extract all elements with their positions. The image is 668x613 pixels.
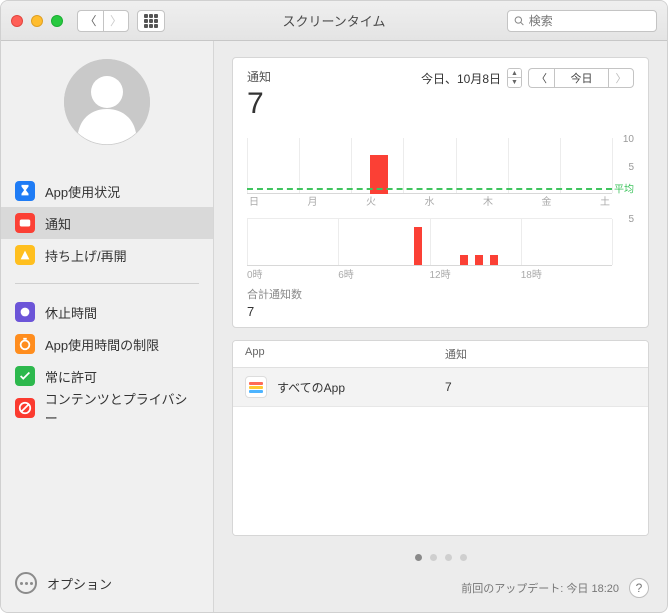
titlebar: 〈 〉 スクリーンタイム	[1, 1, 667, 41]
page-indicator[interactable]	[232, 546, 649, 568]
hourglass-icon	[15, 181, 35, 201]
sidebar-item-content-privacy[interactable]: コンテンツとプライバシー	[1, 392, 213, 424]
main: 通知 7 今日、10月8日 ▲ ▼ 〈 今日 〉	[214, 41, 667, 612]
help-button[interactable]: ?	[629, 578, 649, 598]
table-header: App 通知	[233, 341, 648, 368]
nav-group-limits: 休止時間 App使用時間の制限 常に許可 コンテンツとプライバシー	[1, 296, 213, 424]
sidebar-item-label: 持ち上げ/再開	[45, 246, 127, 265]
options-label[interactable]: オプション	[47, 574, 112, 593]
app-value: 7	[445, 380, 452, 394]
sidebar-item-label: 通知	[45, 214, 71, 233]
date-nav-group: 〈 今日 〉	[528, 68, 634, 88]
sidebar-item-app-limits[interactable]: App使用時間の制限	[1, 328, 213, 360]
pickup-icon	[15, 245, 35, 265]
date-label: 今日、10月8日	[421, 70, 501, 87]
hourly-chart: 5 0時6時12時18時	[247, 218, 634, 280]
grid-icon	[144, 14, 158, 28]
sidebar-item-label: 常に許可	[45, 367, 97, 386]
page-dot[interactable]	[430, 554, 437, 561]
totals-label: 合計通知数	[247, 286, 634, 302]
page-dot[interactable]	[460, 554, 467, 561]
divider	[15, 283, 199, 284]
zoom-window-button[interactable]	[51, 15, 63, 27]
search-input[interactable]	[529, 14, 650, 28]
page-dot[interactable]	[415, 554, 422, 561]
y-tick: 5	[628, 162, 634, 173]
app-name: すべてのApp	[277, 379, 345, 396]
sidebar-item-label: コンテンツとプライバシー	[45, 389, 199, 427]
summary-title: 通知	[247, 68, 271, 85]
sidebar-item-downtime[interactable]: 休止時間	[1, 296, 213, 328]
next-day-button[interactable]: 〉	[608, 68, 634, 88]
date-stepper[interactable]: ▲ ▼	[507, 68, 522, 88]
page-dot[interactable]	[445, 554, 452, 561]
y-tick: 5	[628, 214, 634, 225]
col-notifications: 通知	[445, 346, 467, 362]
options-icon[interactable]	[15, 572, 37, 594]
body: App使用状況 通知 持ち上げ/再開 休止時間	[1, 41, 667, 612]
sidebar-item-label: App使用時間の制限	[45, 335, 159, 354]
check-icon	[15, 366, 35, 386]
window: 〈 〉 スクリーンタイム App使用状況	[0, 0, 668, 613]
moon-icon	[15, 302, 35, 322]
minimize-window-button[interactable]	[31, 15, 43, 27]
x-labels: 日月火水木金土	[247, 193, 612, 208]
notification-icon	[15, 213, 35, 233]
search-icon	[514, 15, 525, 27]
today-button[interactable]: 今日	[554, 68, 608, 88]
traffic-lights	[11, 15, 63, 27]
sidebar-footer: オプション	[1, 558, 213, 612]
y-tick: 10	[623, 134, 634, 145]
x-labels: 0時6時12時18時	[247, 266, 612, 280]
all-apps-icon	[245, 376, 267, 398]
sidebar-item-pickups[interactable]: 持ち上げ/再開	[1, 239, 213, 271]
show-all-button[interactable]	[137, 10, 165, 32]
footer: 前回のアップデート: 今日 18:20 ?	[232, 568, 649, 598]
sidebar-item-notifications[interactable]: 通知	[1, 207, 213, 239]
stepper-down-icon[interactable]: ▼	[508, 78, 521, 87]
weekly-chart: 10 5 日月火水木金土 平均	[247, 138, 634, 208]
table-row[interactable]: すべてのApp 7	[233, 368, 648, 407]
back-button[interactable]: 〈	[77, 10, 103, 32]
user-avatar[interactable]	[64, 59, 150, 145]
totals-value: 7	[247, 304, 634, 319]
prev-day-button[interactable]: 〈	[528, 68, 554, 88]
summary-value: 7	[247, 87, 271, 120]
last-update-label: 前回のアップデート: 今日 18:20	[461, 580, 619, 596]
col-app: App	[245, 346, 445, 362]
sidebar-item-app-usage[interactable]: App使用状況	[1, 175, 213, 207]
search-field[interactable]	[507, 10, 657, 32]
avatar-icon	[64, 59, 150, 145]
close-window-button[interactable]	[11, 15, 23, 27]
stepper-up-icon[interactable]: ▲	[508, 69, 521, 78]
app-table: App 通知 すべてのApp 7	[232, 340, 649, 536]
summary-header: 通知 7 今日、10月8日 ▲ ▼ 〈 今日 〉	[247, 68, 634, 120]
no-entry-icon	[15, 398, 35, 418]
summary-card: 通知 7 今日、10月8日 ▲ ▼ 〈 今日 〉	[232, 57, 649, 328]
forward-button[interactable]: 〉	[103, 10, 129, 32]
timer-icon	[15, 334, 35, 354]
table-empty-area	[233, 407, 648, 535]
nav-group-usage: App使用状況 通知 持ち上げ/再開	[1, 175, 213, 271]
sidebar-item-always-allowed[interactable]: 常に許可	[1, 360, 213, 392]
sidebar: App使用状況 通知 持ち上げ/再開 休止時間	[1, 41, 214, 612]
sidebar-item-label: 休止時間	[45, 303, 97, 322]
sidebar-item-label: App使用状況	[45, 182, 120, 201]
nav-back-forward: 〈 〉	[77, 10, 129, 32]
